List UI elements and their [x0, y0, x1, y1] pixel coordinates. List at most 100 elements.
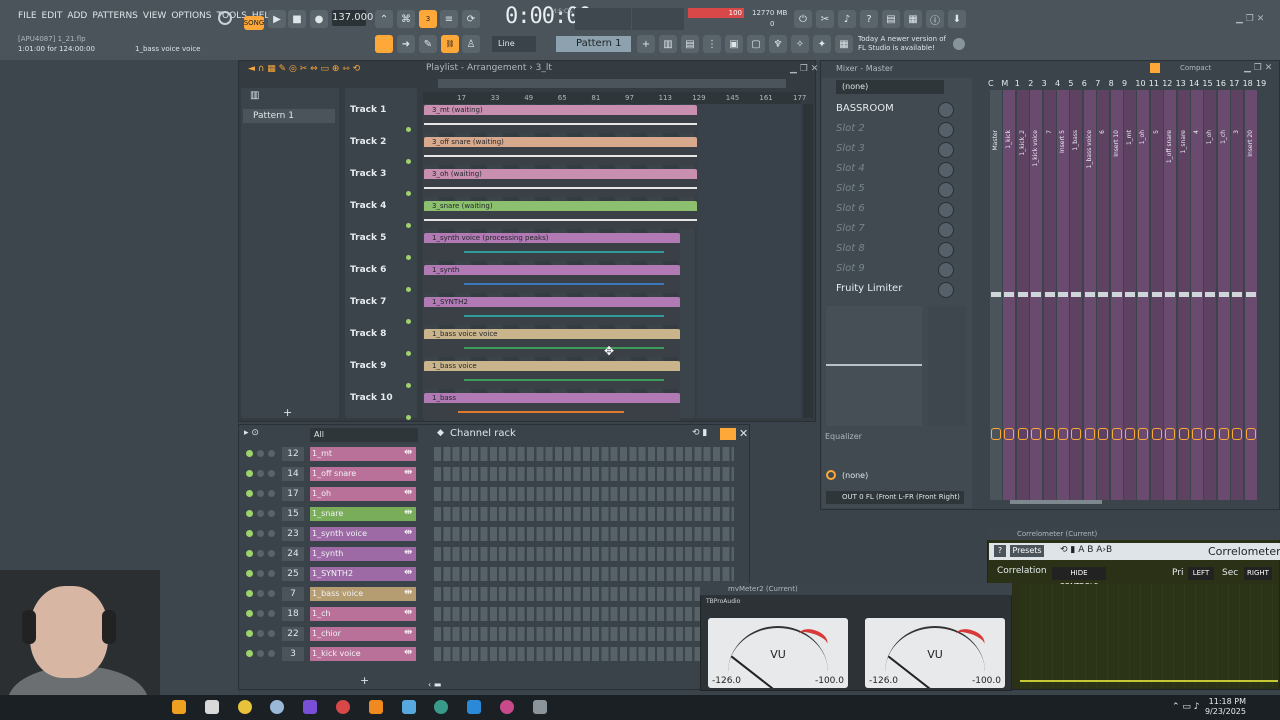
mixer-fader[interactable] — [1205, 292, 1216, 297]
file-explorer-taskbar-icon[interactable] — [205, 700, 219, 714]
channel-mixer-track[interactable]: 18 — [282, 607, 304, 621]
download-icon[interactable]: ⬇ — [948, 10, 966, 28]
window-controls-icon[interactable]: ▁ ❐ ✕ — [1236, 14, 1264, 24]
channel-led-icon[interactable] — [257, 650, 264, 657]
channel-select-icon[interactable]: ⇹ — [404, 647, 412, 658]
mixer-fader[interactable] — [1218, 292, 1229, 297]
mixer-route-icon[interactable] — [1245, 428, 1256, 440]
channel-name-button[interactable]: 1_synth — [310, 547, 416, 561]
mixer-route-icon[interactable] — [1071, 428, 1082, 440]
loop-record-icon[interactable]: ⟳ — [462, 10, 480, 28]
channel-row[interactable]: 24 1_synth ⇹ — [244, 545, 734, 563]
mixer-fader[interactable] — [1165, 292, 1176, 297]
mixer-route-icon[interactable] — [1004, 428, 1015, 440]
channel-select-icon[interactable]: ⇹ — [404, 467, 412, 478]
app7-taskbar-icon[interactable] — [533, 700, 547, 714]
channel-led-icon[interactable] — [268, 650, 275, 657]
channel-led-icon[interactable] — [268, 590, 275, 597]
channel-select-icon[interactable]: ⇹ — [404, 627, 412, 638]
track-name[interactable]: Track 6 — [350, 265, 386, 275]
playlist-horizontal-scrollbar[interactable] — [438, 79, 786, 88]
stop-button[interactable]: ■ — [288, 10, 306, 28]
eq-preset-icon[interactable] — [826, 470, 836, 480]
channel-controls[interactable] — [246, 490, 275, 497]
mixer-horizontal-scrollbar[interactable] — [1010, 500, 1102, 504]
eq-faders[interactable] — [928, 306, 966, 426]
audio-clip[interactable]: 1_bass voice — [424, 361, 680, 389]
mixer-fader[interactable] — [1245, 292, 1256, 297]
channel-name-button[interactable]: 1_ch — [310, 607, 416, 621]
channel-led-icon[interactable] — [246, 530, 253, 537]
rack-graph-icon[interactable] — [720, 428, 736, 440]
channel-controls[interactable] — [246, 450, 275, 457]
obs-taskbar-icon[interactable] — [336, 700, 350, 714]
mixer-route-icon[interactable] — [1017, 428, 1028, 440]
tempo-display[interactable]: 137.000 — [332, 10, 373, 26]
channel-led-icon[interactable] — [268, 530, 275, 537]
slot-mix-knob-icon[interactable] — [938, 202, 954, 218]
channel-name-button[interactable]: 1_snare — [310, 507, 416, 521]
help-icon[interactable]: ? — [860, 10, 878, 28]
track-mute-led[interactable] — [406, 287, 411, 292]
channel-row[interactable]: 14 1_off snare ⇹ — [244, 465, 734, 483]
channel-led-icon[interactable] — [257, 470, 264, 477]
mixer-route-icon[interactable] — [1084, 428, 1095, 440]
mic-icon[interactable]: ♪ — [838, 10, 856, 28]
channel-mixer-track[interactable]: 3 — [282, 647, 304, 661]
app-taskbar-icon[interactable] — [303, 700, 317, 714]
mixer-fader[interactable] — [1232, 292, 1243, 297]
mixer-window-controls-icon[interactable]: ▁ ❐ ✕ — [1244, 63, 1272, 73]
mixer-fader[interactable] — [991, 292, 1001, 297]
channel-name-button[interactable]: 1_mt — [310, 447, 416, 461]
channel-select-icon[interactable]: ⇹ — [404, 587, 412, 598]
slot-mix-knob-icon[interactable] — [938, 222, 954, 238]
mixer-route-icon[interactable] — [1232, 428, 1243, 440]
mixer-route-icon[interactable] — [1058, 428, 1068, 440]
link-icon[interactable]: ⛓ — [441, 35, 459, 53]
channel-led-icon[interactable] — [268, 630, 275, 637]
pattern-item[interactable]: Pattern 1 — [243, 109, 335, 123]
channel-led-icon[interactable] — [268, 450, 275, 457]
online-icon[interactable]: ⏻ — [794, 10, 812, 28]
channel-led-icon[interactable] — [246, 630, 253, 637]
channel-row[interactable]: 15 1_snare ⇹ — [244, 505, 734, 523]
mixer-route-icon[interactable] — [1165, 428, 1176, 440]
mixer-route-icon[interactable] — [991, 428, 1001, 440]
blend-icon[interactable]: ≡ — [440, 10, 458, 28]
channel-controls[interactable] — [246, 590, 275, 597]
mixer-route-icon[interactable] — [1031, 428, 1042, 440]
mixer-compact-label[interactable]: Compact — [1180, 64, 1211, 72]
output-select[interactable]: OUT 0 FL (Front L-FR (Front Right) — [826, 491, 964, 504]
channel-led-icon[interactable] — [268, 510, 275, 517]
mixer-fader[interactable] — [1192, 292, 1202, 297]
mixer-layout-icon[interactable] — [1150, 63, 1160, 73]
menu-patterns[interactable]: PATTERNS — [92, 11, 138, 21]
step-sequencer[interactable] — [434, 447, 734, 461]
taskbar-clock[interactable]: 11:18 PM 9/23/2025 — [1200, 697, 1246, 717]
mixer-fader[interactable] — [1111, 292, 1122, 297]
audio-clip[interactable]: 3_oh (waiting) — [424, 169, 697, 197]
mixer-route-icon[interactable] — [1125, 428, 1135, 440]
arrow-icon[interactable]: ➜ — [397, 35, 415, 53]
channel-row[interactable]: 3 1_kick voice ⇹ — [244, 645, 734, 663]
slot-mix-knob-icon[interactable] — [938, 162, 954, 178]
step-sequencer[interactable] — [434, 507, 734, 521]
menu-options[interactable]: OPTIONS — [171, 11, 211, 21]
channel-name-button[interactable]: 1_chior — [310, 627, 416, 641]
channel-filter-select[interactable]: All — [310, 428, 418, 442]
audio-clip[interactable]: 1_bass voice voice — [424, 329, 680, 357]
channel-led-icon[interactable] — [268, 490, 275, 497]
wait-icon[interactable]: ⌘ — [397, 10, 415, 28]
project-icon[interactable]: ✦ — [813, 35, 831, 53]
mixer-fader[interactable] — [1017, 292, 1028, 297]
search-taskbar-icon[interactable] — [270, 700, 284, 714]
left-channel-button[interactable]: LEFT — [1188, 567, 1214, 580]
channel-led-icon[interactable] — [246, 490, 253, 497]
app6-taskbar-icon[interactable] — [500, 700, 514, 714]
step-sequencer[interactable] — [434, 527, 734, 541]
track-mute-led[interactable] — [406, 319, 411, 324]
channel-led-icon[interactable] — [257, 610, 264, 617]
right-channel-button[interactable]: RIGHT — [1244, 567, 1272, 580]
mixer-route-icon[interactable] — [1192, 428, 1202, 440]
app3-taskbar-icon[interactable] — [402, 700, 416, 714]
